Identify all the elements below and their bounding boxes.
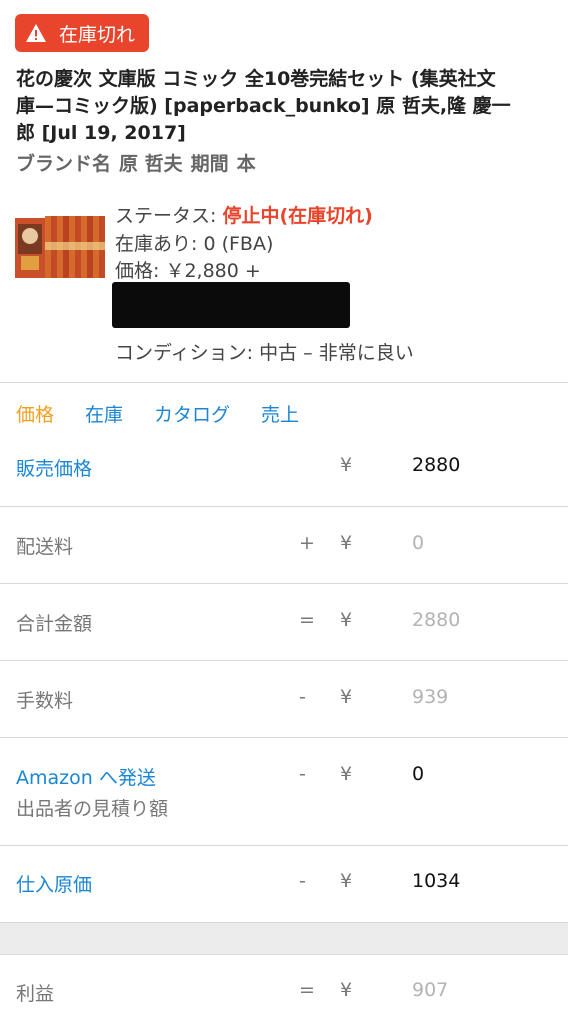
fee-label: 手数料	[16, 690, 74, 712]
tab-catalog[interactable]: カタログ	[154, 400, 230, 427]
currency-symbol: ¥	[340, 686, 353, 708]
out-of-stock-badge: 在庫切れ	[15, 14, 150, 52]
brand-label: ブランド名	[16, 153, 112, 175]
total-value: 2880	[412, 609, 461, 631]
currency-symbol: ¥	[340, 454, 353, 476]
badge-label: 在庫切れ	[59, 23, 136, 46]
title-line: 花の慶次 文庫版 コミック 全10巻完結セット (集英社文	[16, 68, 496, 90]
divider	[0, 922, 568, 923]
shipping-value[interactable]: 0	[412, 532, 424, 554]
divider	[0, 845, 568, 846]
tab-sales[interactable]: 売上	[261, 400, 299, 427]
profit-label: 利益	[16, 983, 55, 1005]
price-line: 価格: ￥2,880 +	[115, 260, 261, 282]
tab-bar: 価格 在庫 カタログ 売上	[16, 400, 330, 427]
status-label: ステータス:	[115, 205, 223, 227]
warning-icon	[26, 24, 46, 42]
operator-equals: =	[299, 979, 315, 1001]
amazon-shipping-value[interactable]: 0	[412, 763, 424, 785]
divider	[0, 506, 568, 507]
cost-label[interactable]: 仕入原価	[16, 870, 92, 897]
shipping-label: 配送料	[16, 536, 74, 558]
divider	[0, 660, 568, 661]
period-label: 期間	[190, 153, 229, 175]
brand-value: 原 哲夫	[119, 153, 183, 175]
currency-symbol: ¥	[340, 763, 353, 785]
divider	[0, 954, 568, 955]
operator-minus: -	[299, 686, 306, 708]
stock-line: 在庫あり: 0 (FBA)	[115, 233, 274, 255]
total-label: 合計金額	[16, 613, 93, 635]
divider	[0, 737, 568, 738]
currency-symbol: ¥	[340, 979, 353, 1001]
sale-price-value[interactable]: 2880	[412, 454, 460, 476]
currency-symbol: ¥	[340, 609, 353, 631]
tab-price[interactable]: 価格	[16, 400, 54, 427]
brand-line: ブランド名原 哲夫 期間本	[16, 149, 264, 176]
title-line: 庫—コミック版) [paperback_bunko] 原 哲夫,隆 慶一	[16, 95, 511, 117]
profit-value: 907	[412, 979, 449, 1001]
divider	[0, 583, 568, 584]
redacted-block	[112, 282, 350, 328]
currency-symbol: ¥	[340, 532, 353, 554]
cost-value[interactable]: 1034	[412, 870, 460, 892]
operator-minus: -	[299, 763, 306, 785]
currency-symbol: ¥	[340, 870, 353, 892]
sale-price-label[interactable]: 販売価格	[16, 454, 92, 481]
period-value: 本	[236, 153, 256, 175]
operator-equals: =	[299, 609, 315, 631]
status-line: ステータス: 停止中(在庫切れ)	[115, 201, 373, 228]
operator-minus: -	[299, 870, 306, 892]
section-separator	[0, 922, 568, 954]
amazon-shipping-label[interactable]: Amazon へ発送	[16, 763, 156, 790]
product-title: 花の慶次 文庫版 コミック 全10巻完結セット (集英社文 庫—コミック版) […	[16, 66, 556, 147]
status-value: 停止中(在庫切れ)	[222, 205, 373, 227]
condition-line: コンディション: 中古 – 非常に良い	[115, 342, 414, 364]
fee-value: 939	[412, 686, 449, 708]
operator-plus: +	[299, 532, 315, 554]
divider	[0, 382, 568, 383]
tab-stock[interactable]: 在庫	[85, 400, 123, 427]
product-thumbnail[interactable]	[15, 212, 106, 284]
title-line: 郎 [Jul 19, 2017]	[16, 122, 186, 144]
seller-estimate-label: 出品者の見積り額	[16, 798, 169, 820]
